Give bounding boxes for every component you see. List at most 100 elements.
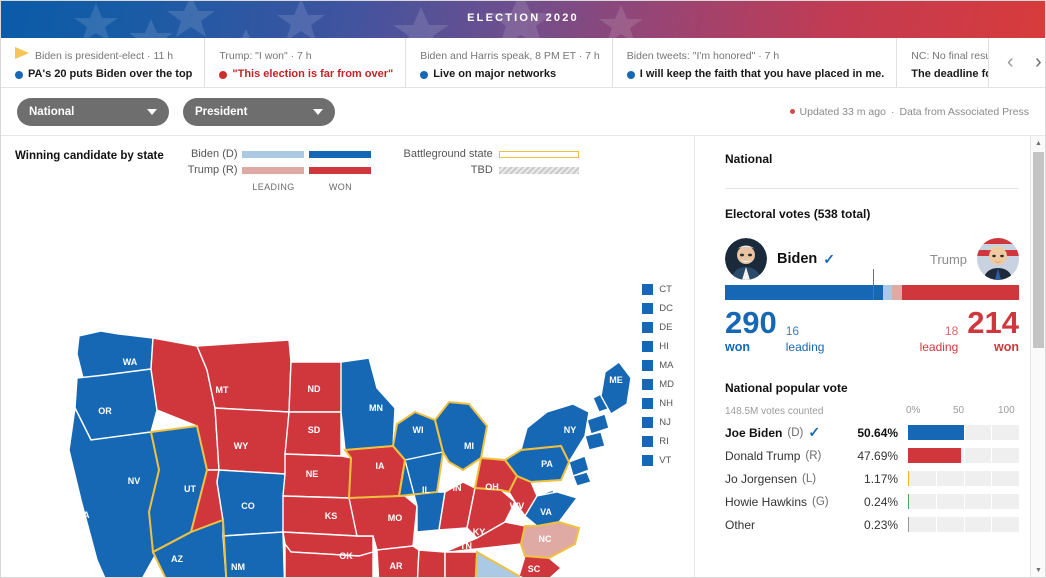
bar-gridline — [991, 494, 993, 509]
map-state-MN[interactable] — [340, 357, 396, 451]
map-state-WY[interactable] — [214, 407, 290, 475]
map-state-OR[interactable] — [74, 368, 158, 441]
legend-swatch-battleground — [498, 151, 579, 158]
ticker-item-detail: Live on major networks — [420, 67, 600, 82]
small-state-swatch — [642, 436, 654, 447]
scrollbar-thumb[interactable] — [1033, 152, 1044, 348]
trump-name-text: Trump — [929, 251, 967, 267]
election-results-page: ELECTION 2020 Biden is president-elect ·… — [0, 0, 1046, 578]
map-state-GA[interactable] — [475, 550, 520, 578]
panel-scrollbar[interactable]: ▲ ▼ — [1030, 136, 1045, 577]
popular-vote-row: Donald Trump (R) 47.69% — [725, 444, 1019, 467]
trump-won-count: 214 — [967, 305, 1019, 340]
small-state-key-item[interactable]: MA — [642, 360, 674, 371]
map-column: Winning candidate by state Biden (D) Tru… — [1, 136, 695, 577]
ticker-item[interactable]: Biden tweets: "I'm honored" · 7 h I will… — [613, 38, 898, 87]
map-state-NC[interactable] — [520, 521, 580, 559]
legend-swatch-trump-leading — [242, 167, 305, 174]
ticker-item[interactable]: Biden is president-elect · 11 h PA's 20 … — [1, 38, 206, 87]
legend-candidate-scale: Biden (D) Trump (R) LEADING WON — [188, 148, 372, 192]
updated-text: Updated 33 m ago — [799, 105, 886, 118]
ticker-item-detail: The deadline for abse — [911, 67, 988, 82]
site-banner: ELECTION 2020 — [1, 1, 1045, 38]
candidate-bar-track — [908, 471, 1019, 486]
ticker-item-headline: Biden is president-elect · 11 h — [35, 50, 174, 62]
candidate-name-text: Howie Hawkins — [725, 494, 808, 509]
chevron-right-icon[interactable]: › — [1025, 46, 1045, 80]
candidate-name: Donald Trump (R) — [725, 449, 847, 463]
small-state-swatch — [642, 360, 654, 371]
map-state-AR[interactable] — [376, 545, 420, 578]
map-state-AL[interactable] — [444, 551, 478, 578]
small-state-key-item[interactable]: RI — [642, 436, 674, 447]
small-state-key-item[interactable]: CT — [642, 284, 674, 295]
legend-trump-label: Trump (R) — [187, 164, 238, 176]
popular-vote-rows: Joe Biden (D) ✓ 50.64% Donald Trump (R) 47.69%… — [725, 421, 1019, 536]
small-state-swatch — [642, 417, 654, 428]
small-state-key-item[interactable]: DC — [642, 303, 674, 314]
map-state-IA[interactable] — [343, 445, 406, 499]
candidate-party: (R) — [805, 449, 822, 462]
map-legend: Winning candidate by state Biden (D) Tru… — [1, 136, 694, 196]
ticker-item[interactable]: Trump: "I won" · 7 h "This election is f… — [205, 38, 407, 87]
candidate-party: (G) — [812, 495, 829, 508]
race-dropdown[interactable]: President — [183, 97, 335, 126]
map-state-northeast-2[interactable] — [584, 431, 606, 451]
map-state-SD[interactable] — [284, 411, 342, 457]
candidate-name-text: Joe Biden — [725, 425, 783, 440]
small-state-swatch — [642, 398, 654, 409]
candidate-name: Joe Biden (D) ✓ — [725, 424, 847, 441]
map-state-northeast-3[interactable] — [586, 413, 610, 435]
candidate-name: Howie Hawkins (G) — [725, 495, 847, 509]
legend-battleground-label: Battleground state — [403, 148, 493, 160]
biden-leading-label: leading — [785, 340, 825, 354]
candidate-bar-track — [908, 517, 1019, 532]
small-state-key-item[interactable]: NJ — [642, 417, 674, 428]
map-state-ND[interactable] — [288, 361, 344, 413]
map-state-MS[interactable] — [416, 549, 446, 578]
map-state-KS[interactable] — [282, 495, 360, 537]
popular-vote-row: Jo Jorgensen (L) 1.17% — [725, 467, 1019, 490]
candidate-bar-fill — [908, 471, 910, 486]
map-state-NE[interactable] — [282, 453, 352, 499]
panel-title: National — [725, 152, 773, 166]
us-map-svg[interactable]: WAORCANVIDMTWYUTAZCONMNDSDNEKSOKTXMNIAMO… — [1, 196, 695, 578]
scroll-up-icon[interactable]: ▲ — [1031, 136, 1045, 150]
small-state-key-item[interactable]: VT — [642, 455, 674, 466]
small-state-key-item[interactable]: HI — [642, 341, 674, 352]
candidate-percent: 0.24% — [864, 494, 899, 509]
candidate-name: Other — [725, 518, 847, 532]
trump-leading-count: 18 — [944, 324, 959, 338]
popular-vote-header: 148.5M votes counted 0% 50 100 — [725, 405, 1019, 417]
ticker-item-detail: "This election is far from over" — [219, 67, 393, 82]
trump-won-block: 214 won — [967, 305, 1019, 355]
small-state-label: CT — [659, 284, 672, 295]
us-electoral-map[interactable]: WAORCANVIDMTWYUTAZCONMNDSDNEKSOKTXMNIAMO… — [1, 196, 695, 578]
candidate-name: Jo Jorgensen (L) — [725, 472, 847, 486]
map-state-SC[interactable] — [518, 555, 563, 578]
candidate-bar-fill — [908, 448, 961, 463]
small-state-label: NJ — [659, 417, 671, 428]
candidate-party: (L) — [802, 472, 817, 485]
candidate-name-text: Other — [725, 517, 756, 532]
legend-leading-caption: LEADING — [252, 182, 295, 192]
flag-icon — [15, 47, 29, 59]
legend-tbd-label: TBD — [470, 164, 493, 176]
map-state-CO[interactable] — [216, 469, 286, 537]
ticker-item-headline: Biden and Harris speak, 8 PM ET · 7 h — [420, 50, 600, 62]
ticker-item[interactable]: NC: No final results un The deadline for… — [897, 38, 990, 87]
small-state-key-item[interactable]: NH — [642, 398, 674, 409]
meta-separator: · — [890, 105, 895, 118]
candidate-name-text: Jo Jorgensen — [725, 471, 798, 486]
popular-vote-row: Joe Biden (D) ✓ 50.64% — [725, 421, 1019, 444]
chevron-left-icon[interactable]: ‹ — [997, 46, 1023, 80]
small-state-key-item[interactable]: MD — [642, 379, 674, 390]
map-state-NM[interactable] — [222, 531, 286, 578]
biden-leading-block: 16 leading — [786, 324, 825, 355]
scope-dropdown[interactable]: National — [17, 97, 169, 126]
small-state-key-item[interactable]: DE — [642, 322, 674, 333]
ticker-item[interactable]: Biden and Harris speak, 8 PM ET · 7 h Li… — [406, 38, 613, 87]
biden-won-label: won — [725, 340, 750, 354]
biden-name: Biden ✓ — [777, 251, 835, 268]
scroll-down-icon[interactable]: ▼ — [1031, 563, 1045, 577]
